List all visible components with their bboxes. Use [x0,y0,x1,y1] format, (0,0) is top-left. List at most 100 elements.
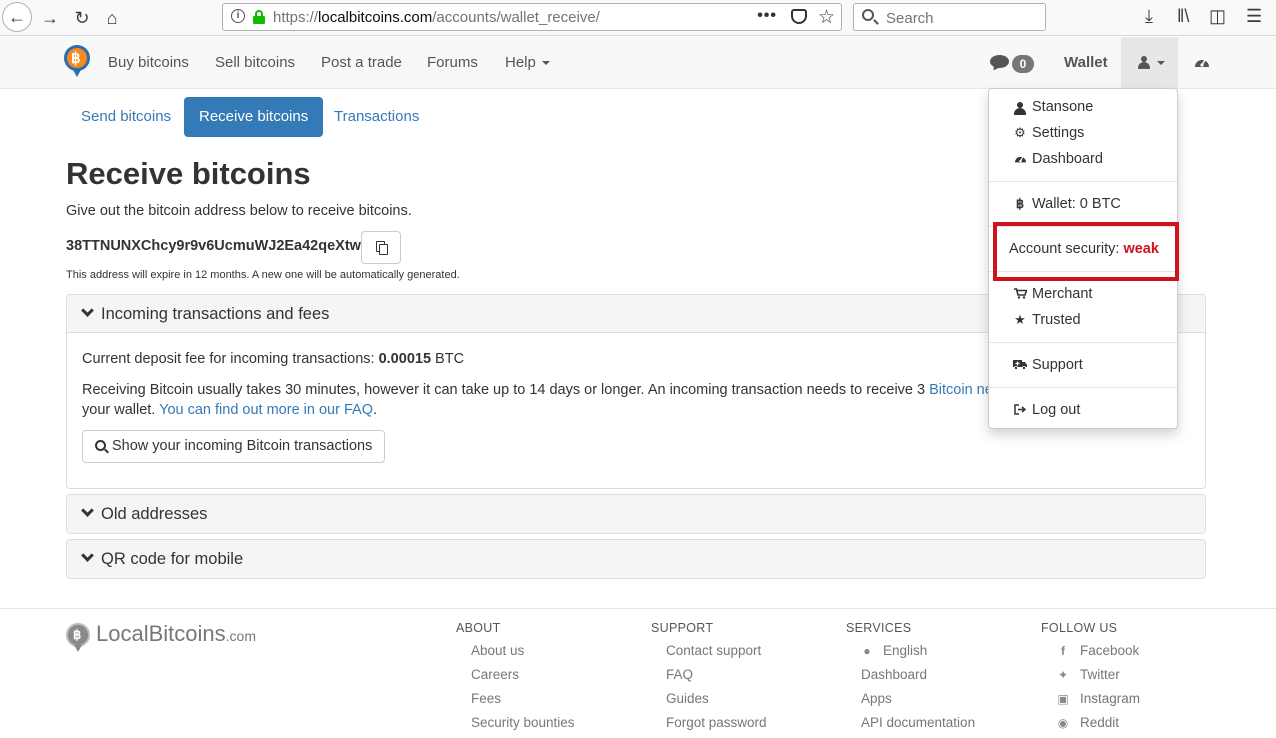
footer-link-twitter[interactable]: ✦ Twitter [1056,667,1120,682]
twitter-icon: ✦ [1057,668,1069,682]
fee-label: Current deposit fee for incoming transac… [82,351,379,367]
address-bar[interactable]: i https://localbitcoins.com/accounts/wal… [222,3,842,31]
dropdown-item-merchant[interactable]: Merchant [1013,286,1092,302]
user-icon [1138,56,1150,69]
nav-sell-bitcoins[interactable]: Sell bitcoins [215,54,295,71]
footer-link-about-us[interactable]: About us [471,643,524,658]
tab-send-bitcoins[interactable]: Send bitcoins [66,97,186,137]
footer-services-heading: SERVICES [846,621,912,635]
nav-post-trade[interactable]: Post a trade [321,54,402,71]
dropdown-item-account-security[interactable]: Account security: weak [1009,241,1159,257]
tab-receive-bitcoins[interactable]: Receive bitcoins [184,97,324,137]
user-icon [1014,101,1026,115]
qr-code-panel[interactable]: QR code for mobile [66,539,1206,579]
reload-icon[interactable]: ↻ [68,4,96,32]
tab-transactions[interactable]: Transactions [319,97,434,137]
footer-link-dashboard[interactable]: Dashboard [861,667,927,682]
url-text[interactable]: https://localbitcoins.com/accounts/walle… [273,9,600,26]
info-text-2: your wallet. [82,402,160,418]
deposit-fee-text: Current deposit fee for incoming transac… [82,351,464,367]
footer-brand-suffix: .com [225,628,256,644]
nav-buy-bitcoins[interactable]: Buy bitcoins [108,54,189,71]
footer-link-forgot-password[interactable]: Forgot password [666,715,767,730]
bitcoin-address[interactable]: 38TTNUNXChcy9r9v6UcmuWJ2Ea42qeXtwt [66,238,366,254]
dashboard-label: Dashboard [1032,151,1103,167]
menu-icon[interactable]: ☰ [1246,6,1262,27]
site-info-icon[interactable]: i [231,9,245,23]
copy-address-button[interactable] [361,231,401,264]
facebook-icon: f [1061,644,1065,658]
twitter-label: Twitter [1080,667,1120,682]
browser-search-input[interactable]: Search [853,3,1046,31]
lock-icon [253,10,265,24]
footer-link-apps[interactable]: Apps [861,691,892,706]
site-navbar: ฿ Buy bitcoins Sell bitcoins Post a trad… [0,37,1276,89]
security-status-badge: weak [1123,241,1159,257]
faq-link[interactable]: You can find out more in our FAQ [159,402,373,418]
chat-bubble-icon[interactable] [990,55,1010,73]
footer-link-guides[interactable]: Guides [666,691,709,706]
qr-code-header[interactable]: QR code for mobile [67,540,1205,578]
dropdown-item-logout[interactable]: Log out [1013,402,1080,418]
dropdown-item-support[interactable]: Support [1013,357,1083,373]
nav-help[interactable]: Help [505,54,550,71]
info-period: . [372,402,378,418]
merchant-label: Merchant [1032,286,1093,302]
chevron-down-icon [81,304,94,317]
footer-link-api-documentation[interactable]: API documentation [861,715,975,730]
footer-support-heading: SUPPORT [651,621,714,635]
logout-label: Log out [1032,402,1081,418]
dropdown-item-settings[interactable]: ⚙ Settings [1013,125,1084,141]
search-plus-icon [95,440,106,451]
dropdown-item-trusted[interactable]: ★ Trusted [1013,312,1080,328]
footer-link-instagram[interactable]: ▣ Instagram [1056,691,1140,706]
footer-link-language[interactable]: ● English [861,643,927,658]
forward-arrow-icon[interactable]: → [36,4,64,32]
security-label: Account security: [1009,241,1124,257]
download-icon[interactable]: ⤓ [1145,6,1153,27]
nav-forums[interactable]: Forums [427,54,478,71]
chevron-down-icon [81,549,94,562]
instagram-icon: ▣ [1057,692,1069,706]
qr-code-title: QR code for mobile [101,550,244,568]
show-incoming-transactions-button[interactable]: Show your incoming Bitcoin transactions [82,430,386,463]
user-menu-toggle[interactable] [1121,37,1178,88]
footer-link-careers[interactable]: Careers [471,667,519,682]
reddit-icon: ◉ [1057,716,1069,730]
footer-link-facebook[interactable]: f Facebook [1056,643,1139,658]
instagram-label: Instagram [1080,691,1141,706]
show-incoming-label: Show your incoming Bitcoin transactions [112,438,373,454]
footer-link-contact-support[interactable]: Contact support [666,643,761,658]
dropdown-item-dashboard[interactable]: Dashboard [1013,151,1103,167]
globe-icon: ● [863,644,871,658]
old-addresses-title: Old addresses [101,505,208,523]
dropdown-item-profile[interactable]: Stansone [1013,99,1093,115]
confirmation-info-line1: Receiving Bitcoin usually takes 30 minut… [82,382,1015,398]
bookmark-star-icon[interactable]: ☆ [818,6,835,29]
sidebar-icon[interactable]: ◫ [1209,6,1226,27]
footer-link-reddit[interactable]: ◉ Reddit [1056,715,1119,730]
localbitcoins-logo-icon[interactable]: ฿ [64,45,90,79]
page-description: Give out the bitcoin address below to re… [66,203,412,219]
browser-toolbar: ← → ↻ ⌂ i https://localbitcoins.com/acco… [0,0,1276,36]
old-addresses-panel[interactable]: Old addresses [66,494,1206,534]
dropdown-item-wallet[interactable]: ฿ Wallet: 0 BTC [1013,196,1121,212]
username-label: Stansone [1032,99,1094,115]
back-arrow-icon[interactable]: ← [2,2,32,32]
footer-link-security-bounties[interactable]: Security bounties [471,715,575,730]
old-addresses-header[interactable]: Old addresses [67,495,1205,533]
pocket-icon[interactable] [791,9,807,24]
shopping-cart-icon [1013,287,1028,302]
message-count-badge[interactable]: 0 [1012,55,1034,73]
home-icon[interactable]: ⌂ [98,4,126,32]
nav-wallet[interactable]: Wallet [1064,54,1108,71]
page-title: Receive bitcoins [66,156,311,191]
library-icon[interactable]: ‖\ [1177,6,1189,27]
facebook-label: Facebook [1080,643,1140,658]
fee-unit: BTC [431,351,465,367]
page-actions-icon[interactable]: ••• [757,7,777,25]
dashboard-gauge-icon[interactable] [1194,55,1210,72]
wallet-balance-label: Wallet: 0 BTC [1032,196,1121,212]
footer-link-faq[interactable]: FAQ [666,667,693,682]
footer-link-fees[interactable]: Fees [471,691,501,706]
